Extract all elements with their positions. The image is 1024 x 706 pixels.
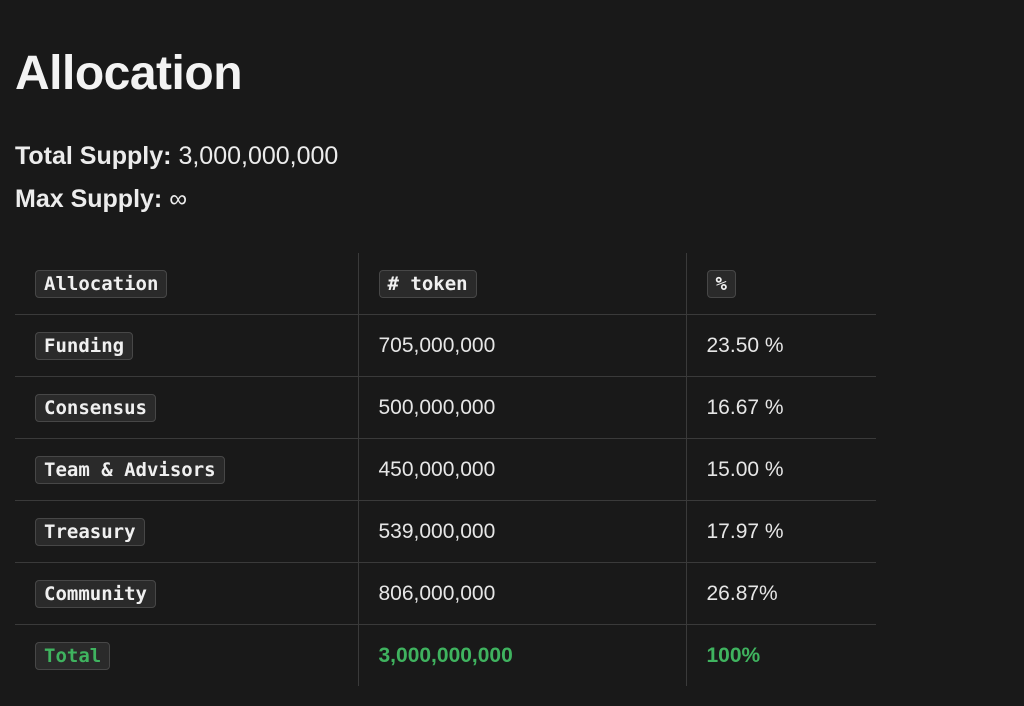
cell-tokens: 500,000,000: [357, 376, 686, 439]
cell-total-label: Total: [15, 625, 358, 687]
total-label: Total: [35, 641, 111, 670]
cell-allocation: Consensus: [15, 376, 358, 439]
table-row: Community 806,000,000 26.87%: [15, 562, 876, 625]
header-tokens: # token: [357, 253, 686, 315]
total-row: Total 3,000,000,000 100%: [15, 624, 876, 687]
table-row: Team & Advisors 450,000,000 15.00 %: [15, 438, 876, 501]
cell-allocation: Treasury: [15, 500, 358, 563]
total-supply-value: 3,000,000,000: [178, 142, 339, 170]
allocation-name: Team & Advisors: [35, 455, 225, 484]
header-tokens-label: # token: [378, 269, 477, 298]
cell-tokens: 705,000,000: [357, 314, 686, 377]
cell-percent: 23.50 %: [685, 314, 876, 377]
allocation-name: Funding: [35, 331, 134, 360]
cell-total-percent: 100%: [685, 624, 876, 686]
allocation-name: Treasury: [35, 517, 145, 546]
header-percent: %: [685, 253, 876, 315]
max-supply: Max Supply: ∞: [15, 183, 187, 215]
cell-allocation: Community: [15, 562, 358, 625]
cell-allocation: Funding: [15, 314, 358, 377]
cell-total-tokens: 3,000,000,000: [357, 624, 686, 686]
header-allocation-label: Allocation: [35, 269, 168, 298]
cell-allocation: Team & Advisors: [15, 438, 358, 501]
cell-tokens: 450,000,000: [357, 438, 686, 501]
cell-percent: 15.00 %: [685, 438, 876, 501]
cell-percent: 16.67 %: [685, 376, 876, 439]
total-supply: Total Supply: 3,000,000,000: [15, 140, 338, 172]
table-row: Funding 705,000,000 23.50 %: [15, 314, 876, 377]
table-row: Treasury 539,000,000 17.97 %: [15, 500, 876, 563]
max-supply-value: ∞: [169, 185, 188, 213]
allocation-name: Consensus: [35, 393, 156, 422]
max-supply-label: Max Supply:: [15, 185, 163, 213]
cell-tokens: 806,000,000: [357, 562, 686, 625]
table-row: Consensus 500,000,000 16.67 %: [15, 376, 876, 439]
header-percent-label: %: [706, 269, 736, 298]
cell-percent: 26.87%: [685, 562, 876, 625]
total-supply-label: Total Supply:: [15, 142, 172, 170]
cell-tokens: 539,000,000: [357, 500, 686, 563]
allocation-name: Community: [35, 579, 156, 608]
header-allocation: Allocation: [15, 253, 358, 315]
page-title: Allocation: [15, 47, 243, 100]
cell-percent: 17.97 %: [685, 500, 876, 563]
allocation-table: Allocation # token % Funding 705,000,000…: [15, 253, 876, 686]
table-header-row: Allocation # token %: [15, 253, 876, 315]
